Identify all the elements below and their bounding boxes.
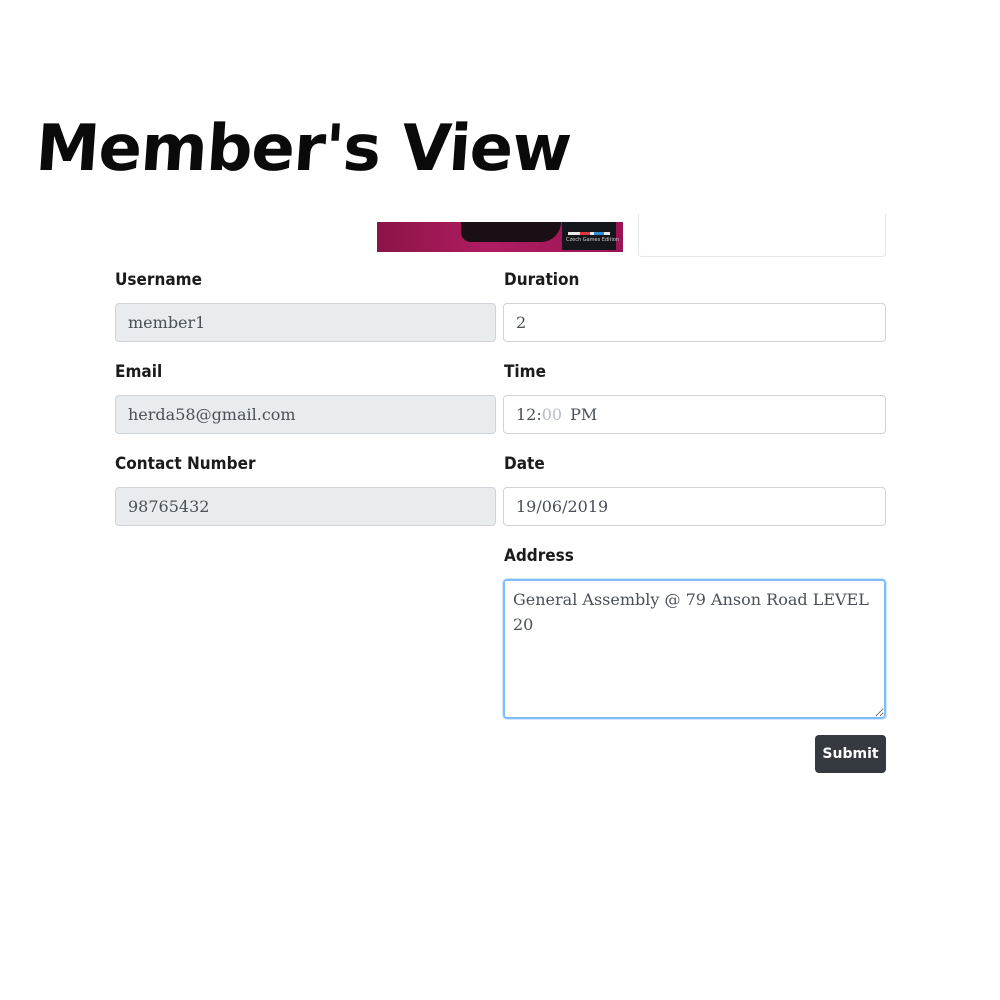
address-label: Address <box>504 546 574 566</box>
username-field[interactable] <box>115 303 496 342</box>
game-cover-image: Czech Games Edition <box>377 222 623 252</box>
email-label: Email <box>115 362 163 382</box>
address-textarea[interactable]: General Assembly @ 79 Anson Road LEVEL 2… <box>503 579 886 719</box>
username-label: Username <box>115 270 202 290</box>
contact-number-label: Contact Number <box>115 454 256 474</box>
publisher-logo: Czech Games Edition <box>562 222 620 250</box>
time-label: Time <box>504 362 547 382</box>
email-field[interactable] <box>115 395 496 434</box>
details-card <box>638 214 886 257</box>
duration-label: Duration <box>504 270 580 290</box>
publisher-logo-mark <box>568 222 610 235</box>
time-field[interactable]: 12:00 PM <box>503 395 886 434</box>
character-silhouette <box>461 222 561 242</box>
time-minute[interactable]: 00 <box>542 405 562 424</box>
duration-field[interactable] <box>503 303 886 342</box>
date-label: Date <box>504 454 545 474</box>
time-period[interactable]: PM <box>570 405 597 424</box>
page-title: Member's View <box>33 112 573 186</box>
publisher-logo-caption: Czech Games Edition <box>566 237 620 243</box>
date-field[interactable] <box>503 487 886 526</box>
submit-button[interactable]: Submit <box>815 735 886 773</box>
time-hour[interactable]: 12 <box>516 405 536 424</box>
contact-number-field[interactable] <box>115 487 496 526</box>
